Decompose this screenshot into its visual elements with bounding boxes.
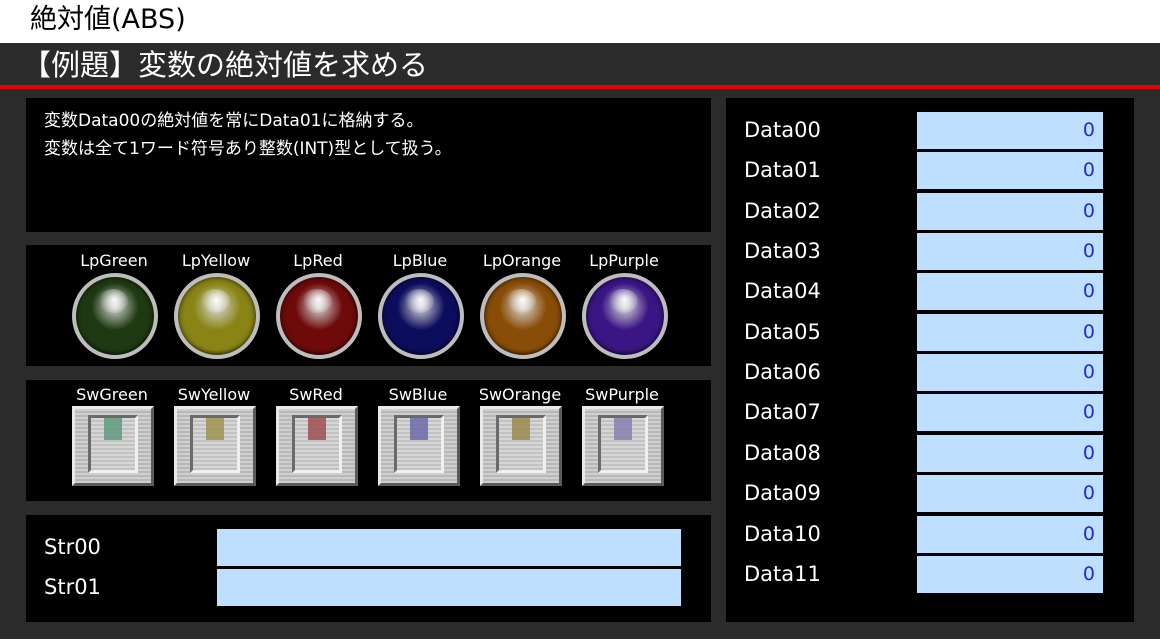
switch-orange-button[interactable]	[480, 406, 562, 486]
data05-field[interactable]: 0	[917, 314, 1103, 351]
str00-label: Str00	[44, 535, 101, 559]
data04-field[interactable]: 0	[917, 273, 1103, 310]
switch-face[interactable]	[394, 415, 444, 473]
switch-label: SwPurple	[585, 385, 659, 404]
switch-indicator	[614, 418, 632, 440]
lamp-panel: LpGreen LpYellow LpRed LpBlue LpOrange L…	[26, 245, 711, 366]
switch-purple-button[interactable]	[582, 406, 664, 486]
title-divider	[0, 85, 1160, 89]
string-panel: Str00 Str01	[26, 515, 711, 622]
data02-label: Data02	[744, 199, 821, 223]
str01-label: Str01	[44, 575, 101, 599]
data10-label: Data10	[744, 522, 821, 546]
switch-face[interactable]	[292, 415, 342, 473]
lamp-label: LpOrange	[482, 251, 562, 270]
lamp-label: LpYellow	[181, 251, 251, 270]
switch-yellow-button[interactable]	[174, 406, 256, 486]
lamp-highlight	[200, 289, 230, 313]
data11-field[interactable]: 0	[917, 556, 1103, 593]
lamp-label: LpGreen	[80, 251, 148, 270]
lamp-highlight	[506, 289, 536, 313]
data06-label: Data06	[744, 360, 821, 384]
switch-label: SwBlue	[388, 385, 448, 404]
lamp-green-indicator	[72, 273, 158, 359]
switch-red-button[interactable]	[276, 406, 358, 486]
data00-field[interactable]: 0	[917, 112, 1103, 149]
data05-label: Data05	[744, 320, 821, 344]
lamp-highlight	[608, 289, 638, 313]
switch-face[interactable]	[88, 415, 138, 473]
data07-field[interactable]: 0	[917, 394, 1103, 431]
switch-indicator	[410, 418, 428, 440]
data09-field[interactable]: 0	[917, 475, 1103, 512]
lamp-blue-indicator	[378, 273, 464, 359]
data09-label: Data09	[744, 481, 821, 505]
lamp-purple-indicator	[582, 273, 668, 359]
lamp-label: LpRed	[293, 251, 343, 270]
data07-label: Data07	[744, 400, 821, 424]
page-title: 【例題】変数の絶対値を求める	[0, 43, 1160, 85]
str00-field[interactable]	[217, 529, 681, 566]
data01-label: Data01	[744, 158, 821, 182]
switch-indicator	[206, 418, 224, 440]
data04-label: Data04	[744, 279, 821, 303]
data03-field[interactable]: 0	[917, 233, 1103, 270]
switch-label: SwGreen	[76, 385, 148, 404]
switch-face[interactable]	[496, 415, 546, 473]
switch-face[interactable]	[190, 415, 240, 473]
lamp-orange-indicator	[480, 273, 566, 359]
lamp-label: LpBlue	[392, 251, 448, 270]
lamp-highlight	[302, 289, 332, 313]
switch-panel: SwGreen SwYellow SwRed SwBlue SwOrange S…	[26, 380, 711, 501]
data10-field[interactable]: 0	[917, 516, 1103, 553]
switch-blue-button[interactable]	[378, 406, 460, 486]
window-title: 絶対値(ABS)	[0, 0, 1160, 43]
data03-label: Data03	[744, 239, 821, 263]
switch-label: SwOrange	[478, 385, 562, 404]
data-panel: Data00 0 Data01 0 Data02 0 Data03 0 Data…	[726, 98, 1134, 622]
lamp-highlight	[98, 289, 128, 313]
data11-label: Data11	[744, 562, 821, 586]
data02-field[interactable]: 0	[917, 193, 1103, 230]
switch-label: SwRed	[289, 385, 343, 404]
switch-indicator	[512, 418, 530, 440]
switch-face[interactable]	[598, 415, 648, 473]
switch-label: SwYellow	[177, 385, 251, 404]
switch-green-button[interactable]	[72, 406, 154, 486]
lamp-label: LpPurple	[589, 251, 659, 270]
description-line-1: 変数Data00の絶対値を常にData01に格納する。	[44, 111, 424, 131]
description-line-2: 変数は全て1ワード符号あり整数(INT)型として扱う。	[44, 139, 452, 159]
data08-field[interactable]: 0	[917, 435, 1103, 472]
data06-field[interactable]: 0	[917, 354, 1103, 391]
lamp-highlight	[404, 289, 434, 313]
data01-field[interactable]: 0	[917, 152, 1103, 189]
data08-label: Data08	[744, 441, 821, 465]
lamp-yellow-indicator	[174, 273, 260, 359]
data00-label: Data00	[744, 118, 821, 142]
switch-indicator	[104, 418, 122, 440]
switch-indicator	[308, 418, 326, 440]
description-panel: 変数Data00の絶対値を常にData01に格納する。 変数は全て1ワード符号あ…	[26, 98, 711, 232]
str01-field[interactable]	[217, 569, 681, 606]
lamp-red-indicator	[276, 273, 362, 359]
